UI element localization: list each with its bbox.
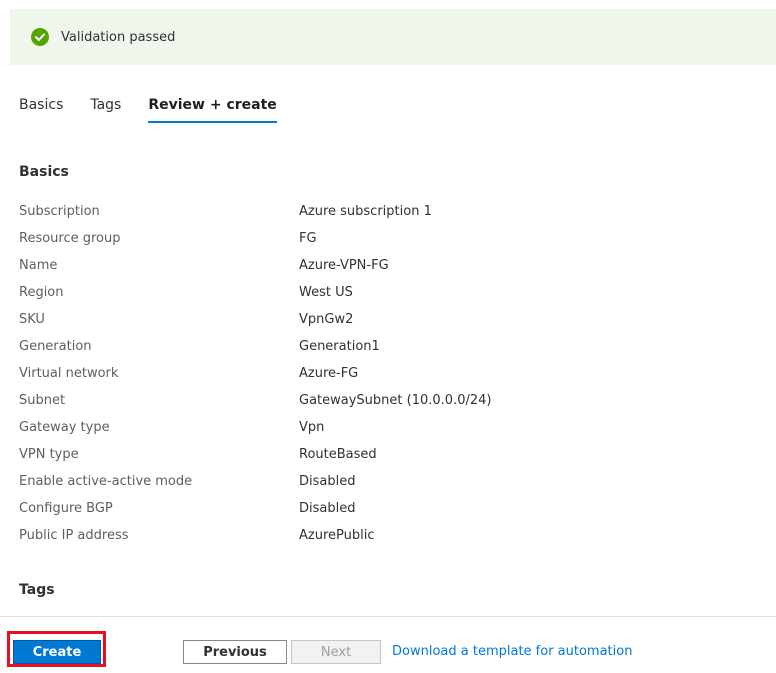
summary-row: Region West US [19, 279, 759, 306]
summary-row-label: Resource group [19, 231, 121, 246]
download-template-link[interactable]: Download a template for automation [392, 644, 632, 659]
summary-row-label: SKU [19, 312, 45, 327]
summary-row-value: Generation1 [299, 339, 380, 354]
summary-row-label: Subscription [19, 204, 100, 219]
tab-tags[interactable]: Tags [90, 97, 121, 123]
section-title-tags: Tags [19, 582, 55, 598]
tab-review-create[interactable]: Review + create [148, 97, 277, 123]
summary-row-label: Gateway type [19, 420, 110, 435]
summary-row: Resource group FG [19, 225, 759, 252]
summary-row: Configure BGP Disabled [19, 495, 759, 522]
next-button[interactable]: Next [291, 640, 381, 664]
summary-row-value: Disabled [299, 474, 356, 489]
summary-row: Enable active-active mode Disabled [19, 468, 759, 495]
validation-text: Validation passed [61, 29, 176, 45]
section-title-basics: Basics [19, 164, 69, 180]
summary-row-label: Subnet [19, 393, 66, 408]
summary-row-value: Disabled [299, 501, 356, 516]
summary-row: Gateway type Vpn [19, 414, 759, 441]
summary-row: VPN type RouteBased [19, 441, 759, 468]
summary-row-label: Public IP address [19, 528, 129, 543]
summary-row-value: GatewaySubnet (10.0.0.0/24) [299, 393, 492, 408]
summary-row-value: AzurePublic [299, 528, 375, 543]
basics-summary: Subscription Azure subscription 1 Resource… [19, 198, 759, 549]
summary-row-value: Azure-FG [299, 366, 359, 381]
validation-banner: Validation passed [10, 9, 776, 65]
tab-bar: Basics Tags Review + create [19, 97, 304, 123]
summary-row: Subscription Azure subscription 1 [19, 198, 759, 225]
summary-row: Generation Generation1 [19, 333, 759, 360]
summary-row-value: VpnGw2 [299, 312, 354, 327]
footer-divider [0, 616, 776, 617]
summary-row-value: West US [299, 285, 353, 300]
summary-row-value: Azure-VPN-FG [299, 258, 389, 273]
summary-row-label: Virtual network [19, 366, 119, 381]
summary-row: Public IP address AzurePublic [19, 522, 759, 549]
summary-row-label: VPN type [19, 447, 79, 462]
summary-row-value: Azure subscription 1 [299, 204, 432, 219]
summary-row-value: Vpn [299, 420, 325, 435]
summary-row-value: RouteBased [299, 447, 377, 462]
summary-row-label: Region [19, 285, 64, 300]
summary-row: SKU VpnGw2 [19, 306, 759, 333]
previous-button[interactable]: Previous [183, 640, 287, 664]
summary-row: Virtual network Azure-FG [19, 360, 759, 387]
summary-row-label: Configure BGP [19, 501, 113, 516]
summary-row-label: Enable active-active mode [19, 474, 193, 489]
summary-row-label: Generation [19, 339, 92, 354]
tab-basics[interactable]: Basics [19, 97, 63, 123]
summary-row-label: Name [19, 258, 58, 273]
summary-row-value: FG [299, 231, 317, 246]
summary-row: Name Azure-VPN-FG [19, 252, 759, 279]
summary-row: Subnet GatewaySubnet (10.0.0.0/24) [19, 387, 759, 414]
create-button[interactable]: Create [13, 640, 101, 664]
check-circle-icon [31, 28, 49, 46]
